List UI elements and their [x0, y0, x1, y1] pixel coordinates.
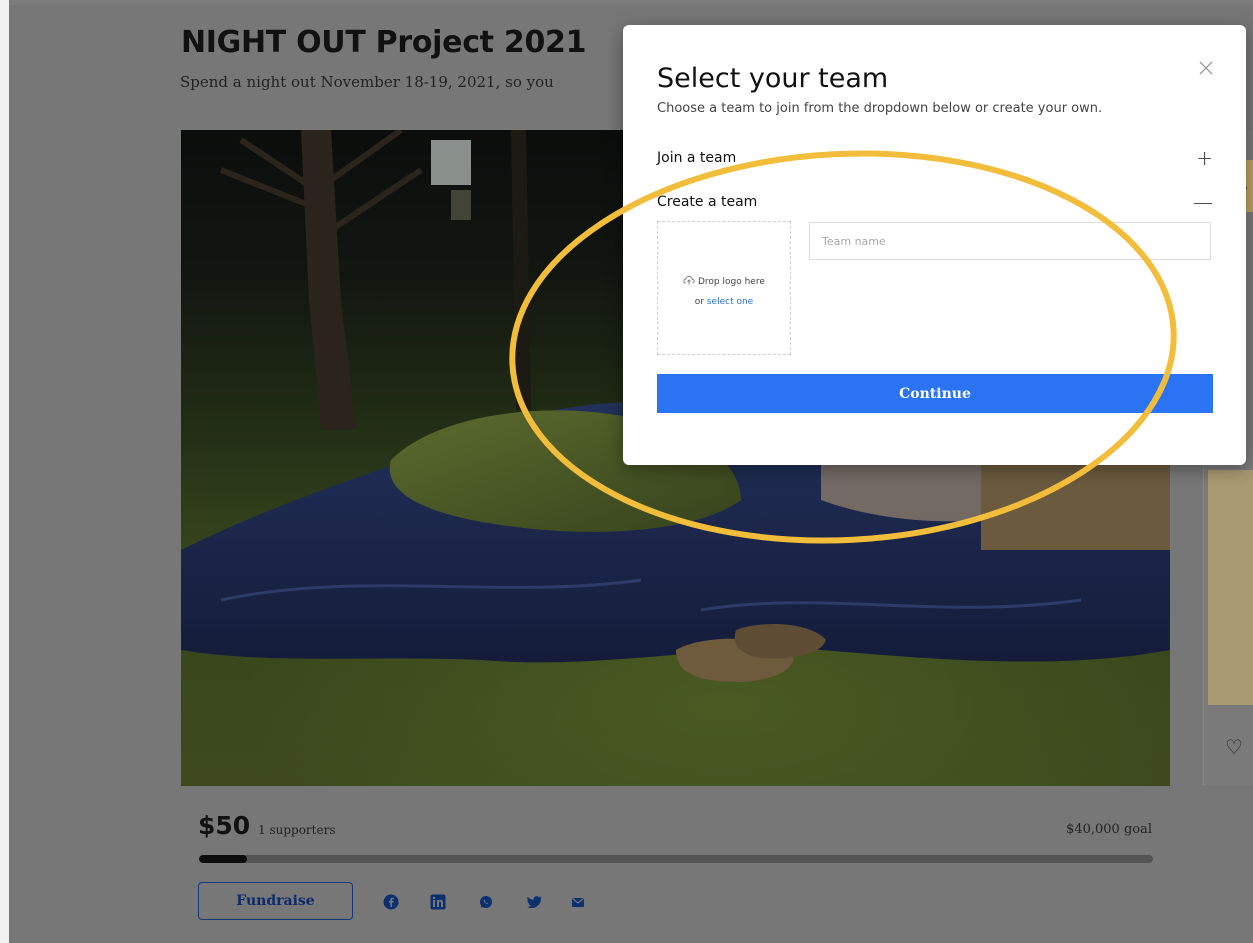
- dropzone-or: or: [694, 297, 704, 307]
- goal-amount: $40,000 goal: [1066, 822, 1152, 837]
- supporters-count: 1 supporters: [258, 823, 336, 837]
- collapse-icon[interactable]: —: [1193, 192, 1213, 212]
- close-icon[interactable]: [1197, 59, 1215, 77]
- expand-icon[interactable]: +: [1196, 148, 1213, 168]
- whatsapp-icon[interactable]: [478, 894, 494, 910]
- twitter-icon[interactable]: [526, 894, 542, 910]
- cloud-upload-icon: [683, 275, 695, 285]
- modal-subtitle: Choose a team to join from the dropdown …: [657, 101, 1103, 116]
- window-edge: [0, 0, 9, 943]
- progress-bar: [199, 855, 1153, 863]
- select-logo-link[interactable]: select one: [707, 297, 753, 307]
- heart-icon[interactable]: ♡: [1225, 735, 1243, 759]
- fundraise-button[interactable]: Fundraise: [198, 882, 353, 920]
- facebook-icon[interactable]: [383, 894, 399, 910]
- create-team-section[interactable]: Create a team —: [657, 191, 1213, 213]
- join-team-section[interactable]: Join a team +: [657, 147, 1213, 169]
- team-name-input[interactable]: [809, 222, 1211, 260]
- create-team-label: Create a team: [657, 194, 758, 210]
- logo-dropzone[interactable]: Drop logo here or select one: [657, 221, 791, 355]
- mail-icon[interactable]: [570, 894, 586, 910]
- continue-button[interactable]: Continue: [657, 374, 1213, 413]
- progress-fill: [199, 855, 247, 863]
- page-subtitle: Spend a night out November 18-19, 2021, …: [180, 73, 554, 91]
- select-team-modal: Select your team Choose a team to join f…: [623, 25, 1246, 465]
- side-card-image: [1208, 470, 1253, 705]
- dropzone-text: Drop logo here: [697, 277, 765, 287]
- linkedin-icon[interactable]: [430, 894, 446, 910]
- modal-title: Select your team: [657, 63, 889, 94]
- join-team-label: Join a team: [657, 150, 737, 166]
- amount-raised: $50: [198, 811, 251, 840]
- page-title: NIGHT OUT Project 2021: [181, 25, 587, 60]
